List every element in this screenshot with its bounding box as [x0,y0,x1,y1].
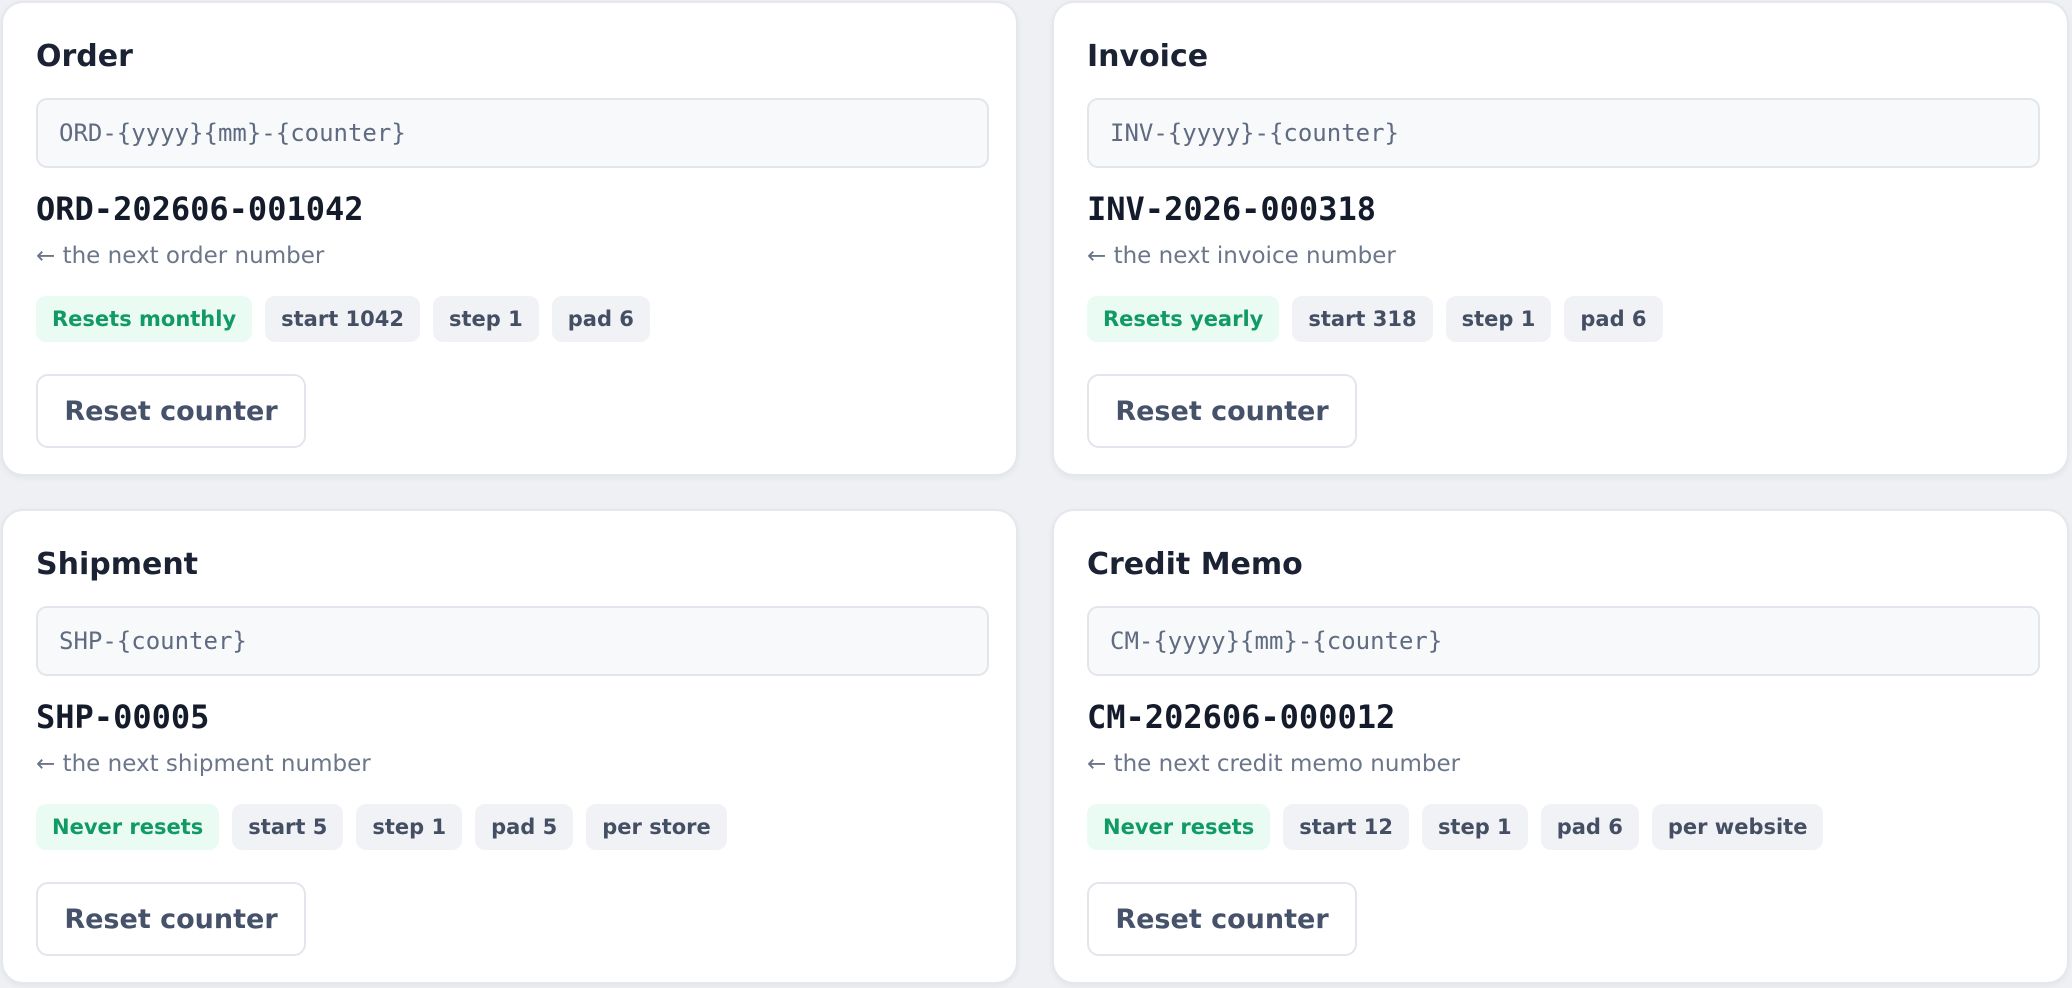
next-number-hint: ← the next credit memo number [1087,751,1461,777]
pattern-input[interactable] [1087,98,2040,168]
reset-frequency-badge: Never resets [1087,804,1271,850]
setting-chips: Never resets start 12 step 1 pad 6 per w… [1087,804,1824,850]
pad-badge: pad 6 [551,296,650,342]
next-number-hint: ← the next shipment number [36,751,371,777]
pad-badge: pad 6 [1540,804,1639,850]
sequence-settings-grid: Order ORD-202606-001042 ← the next order… [0,0,2072,988]
reset-counter-button[interactable]: Reset counter [36,374,306,448]
step-badge: step 1 [1445,296,1552,342]
setting-chips: Never resets start 5 step 1 pad 5 per st… [36,804,727,850]
setting-chips: Resets yearly start 318 step 1 pad 6 [1087,296,1663,342]
start-badge: start 12 [1283,804,1409,850]
next-number-preview: INV-2026-000318 [1087,190,1376,228]
next-number-hint: ← the next invoice number [1087,243,1396,269]
start-badge: start 5 [232,804,344,850]
sequence-card-invoice: Invoice INV-2026-000318 ← the next invoi… [1052,1,2069,476]
reset-frequency-badge: Resets monthly [36,296,253,342]
pad-badge: pad 5 [475,804,574,850]
pattern-input[interactable] [1087,606,2040,676]
reset-counter-button[interactable]: Reset counter [1087,882,1357,956]
step-badge: step 1 [433,296,539,342]
scope-badge: per website [1651,804,1824,850]
step-badge: step 1 [356,804,463,850]
reset-frequency-badge: Never resets [36,804,220,850]
next-number-preview: SHP-00005 [36,698,210,736]
reset-frequency-badge: Resets yearly [1087,296,1280,342]
reset-counter-button[interactable]: Reset counter [1087,374,1357,448]
sequence-card-credit-memo: Credit Memo CM-202606-000012 ← the next … [1052,509,2069,984]
step-badge: step 1 [1421,804,1528,850]
card-title: Credit Memo [1087,547,1303,582]
card-title: Shipment [36,547,199,582]
next-number-preview: ORD-202606-001042 [36,190,364,228]
pattern-input[interactable] [36,606,989,676]
pattern-input[interactable] [36,98,989,168]
setting-chips: Resets monthly start 1042 step 1 pad 6 [36,296,650,342]
start-badge: start 1042 [265,296,421,342]
start-badge: start 318 [1292,296,1433,342]
sequence-card-order: Order ORD-202606-001042 ← the next order… [1,1,1018,476]
sequence-card-shipment: Shipment SHP-00005 ← the next shipment n… [1,509,1018,984]
scope-badge: per store [586,804,727,850]
reset-counter-button[interactable]: Reset counter [36,882,306,956]
pad-badge: pad 6 [1564,296,1663,342]
card-title: Invoice [1087,39,1209,74]
next-number-preview: CM-202606-000012 [1087,698,1396,736]
next-number-hint: ← the next order number [36,243,325,269]
card-title: Order [36,39,133,74]
